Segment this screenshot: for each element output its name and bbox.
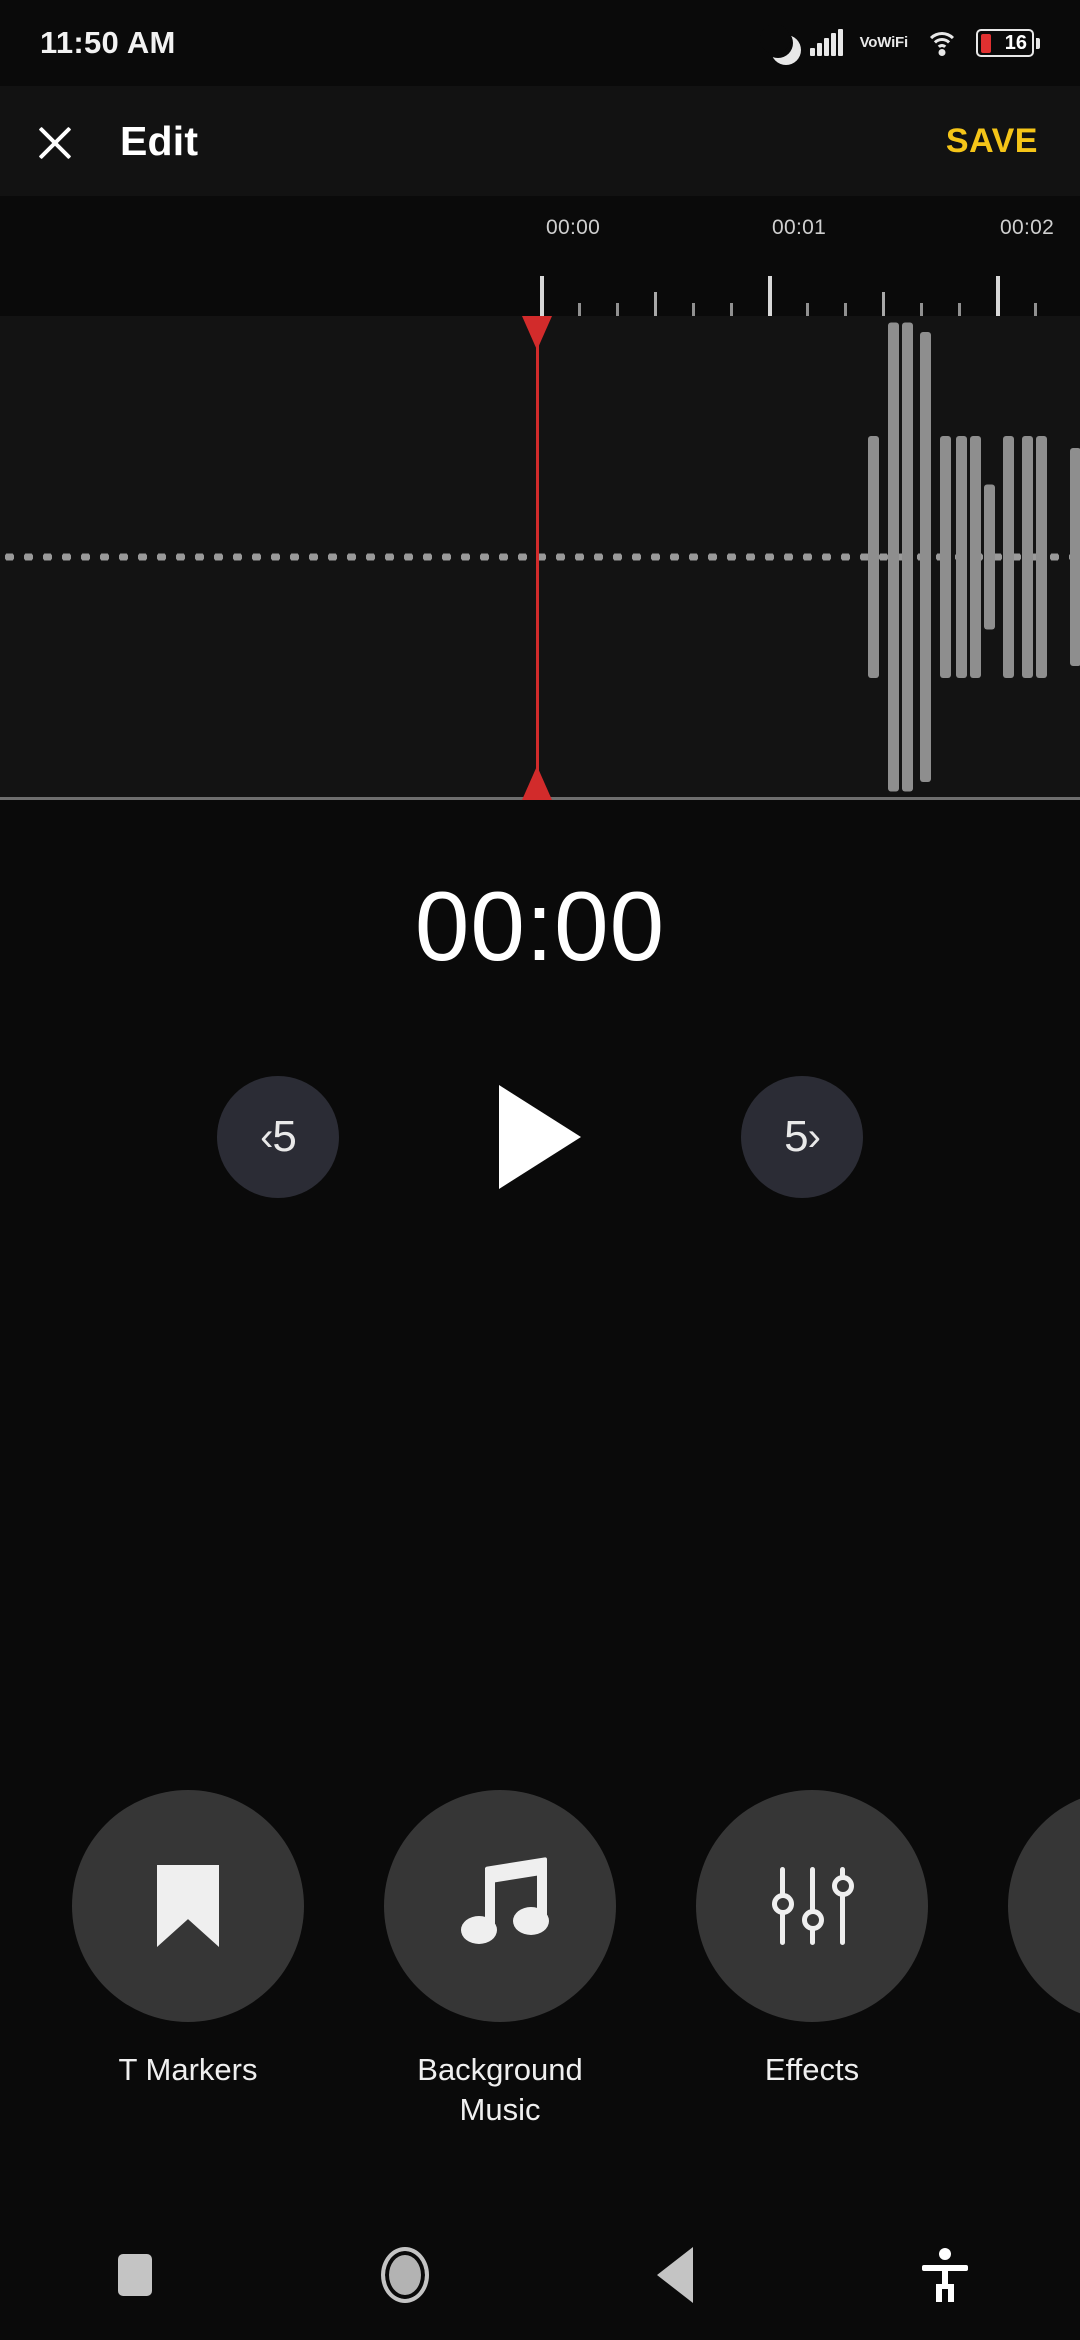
tool-effects[interactable]: Effects bbox=[696, 1790, 928, 2090]
battery-icon: 16 bbox=[976, 29, 1040, 57]
waveform-bar bbox=[902, 322, 913, 791]
ruler-tick bbox=[844, 303, 847, 316]
trim-button[interactable] bbox=[1008, 1790, 1080, 2022]
ruler-tick bbox=[578, 303, 581, 316]
battery-percent: 16 bbox=[1005, 33, 1027, 53]
rewind-seconds-label: 5 bbox=[272, 1112, 295, 1162]
waveform-bar bbox=[940, 436, 951, 678]
bookmark-icon bbox=[157, 1865, 219, 1947]
waveform-bar bbox=[984, 484, 995, 629]
waveform-bar bbox=[888, 322, 899, 791]
ruler-tick bbox=[768, 276, 772, 316]
status-clock: 11:50 AM bbox=[40, 25, 176, 61]
ruler-tick bbox=[540, 276, 544, 316]
waveform-bar bbox=[1036, 436, 1047, 678]
tool-t-markers[interactable]: T Markers bbox=[72, 1790, 304, 2090]
vowifi-line1: Vo bbox=[860, 36, 878, 50]
home-button[interactable] bbox=[270, 2247, 540, 2303]
ruler-tick bbox=[806, 303, 809, 316]
ruler-tick bbox=[920, 303, 923, 316]
app-bar: Edit SAVE bbox=[0, 86, 1080, 196]
forward-seconds-label: 5 bbox=[784, 1112, 807, 1162]
ruler-tick bbox=[654, 292, 657, 316]
tool-label-t-markers: T Markers bbox=[119, 2050, 258, 2090]
forward-5-button[interactable]: 5 › bbox=[741, 1076, 863, 1198]
ruler-label: 00:00 bbox=[546, 216, 600, 240]
dnd-moon-icon bbox=[763, 28, 793, 58]
ruler-tick bbox=[616, 303, 619, 316]
home-circle-icon bbox=[381, 2247, 429, 2303]
ruler-tick bbox=[692, 303, 695, 316]
playhead[interactable] bbox=[533, 316, 541, 800]
waveform-bar bbox=[1070, 448, 1080, 666]
playhead-bottom-handle[interactable] bbox=[522, 766, 552, 800]
current-time-display: 00:00 bbox=[0, 870, 1080, 983]
tool-background-music[interactable]: Background Music bbox=[384, 1790, 616, 2130]
waveform-bar bbox=[970, 436, 981, 678]
back-triangle-icon bbox=[657, 2247, 693, 2303]
bg-music-line1: Background bbox=[417, 2052, 582, 2087]
play-button[interactable] bbox=[499, 1085, 581, 1189]
chevron-left-icon: ‹ bbox=[260, 1117, 272, 1157]
t-markers-button[interactable] bbox=[72, 1790, 304, 2022]
tool-label-effects: Effects bbox=[765, 2050, 859, 2090]
vowifi-icon: Vo WiFi bbox=[860, 36, 908, 50]
accessibility-icon bbox=[922, 2248, 968, 2302]
save-button[interactable]: SAVE bbox=[946, 122, 1038, 161]
tool-carousel[interactable]: T Markers Background Music Effects bbox=[0, 1790, 1080, 2130]
transport-controls: ‹ 5 5 › bbox=[0, 1062, 1080, 1212]
waveform-bar bbox=[1003, 436, 1014, 678]
vowifi-line2: WiFi bbox=[877, 36, 908, 50]
ruler-tick bbox=[730, 303, 733, 316]
ruler-tick bbox=[996, 276, 1000, 316]
sliders-icon bbox=[774, 1867, 850, 1945]
timeline-ruler[interactable]: 00:00 00:01 00:02 bbox=[0, 196, 1080, 316]
ruler-label: 00:02 bbox=[1000, 216, 1054, 240]
status-icons: Vo WiFi 16 bbox=[763, 28, 1040, 58]
ruler-tick bbox=[958, 303, 961, 316]
effects-button[interactable] bbox=[696, 1790, 928, 2022]
waveform-bar bbox=[956, 436, 967, 678]
wifi-icon bbox=[925, 30, 959, 56]
bg-music-line2: Music bbox=[460, 2092, 541, 2127]
rewind-5-button[interactable]: ‹ 5 bbox=[217, 1076, 339, 1198]
waveform-bar bbox=[920, 332, 931, 782]
android-nav-bar bbox=[0, 2210, 1080, 2340]
waveform-bar bbox=[868, 436, 879, 678]
status-bar: 11:50 AM Vo WiFi 16 bbox=[0, 0, 1080, 86]
tool-label-background-music: Background Music bbox=[417, 2050, 582, 2130]
playhead-line bbox=[536, 316, 540, 800]
cellular-signal-icon bbox=[810, 30, 843, 56]
close-button[interactable] bbox=[0, 86, 110, 196]
page-title: Edit bbox=[120, 118, 198, 165]
accessibility-button[interactable] bbox=[810, 2248, 1080, 2302]
tool-trim[interactable]: Trim bbox=[1008, 1790, 1080, 2090]
close-icon bbox=[34, 120, 76, 162]
waveform-bar bbox=[1022, 436, 1033, 678]
timeline-area[interactable]: 00:00 00:01 00:02 bbox=[0, 196, 1080, 802]
background-music-button[interactable] bbox=[384, 1790, 616, 2022]
music-note-icon bbox=[455, 1862, 545, 1950]
ruler-tick bbox=[1034, 303, 1037, 316]
recents-button[interactable] bbox=[0, 2254, 270, 2296]
chevron-right-icon: › bbox=[808, 1117, 820, 1157]
back-button[interactable] bbox=[540, 2247, 810, 2303]
ruler-label: 00:01 bbox=[772, 216, 826, 240]
ruler-tick bbox=[882, 292, 885, 316]
recents-square-icon bbox=[118, 2254, 152, 2296]
